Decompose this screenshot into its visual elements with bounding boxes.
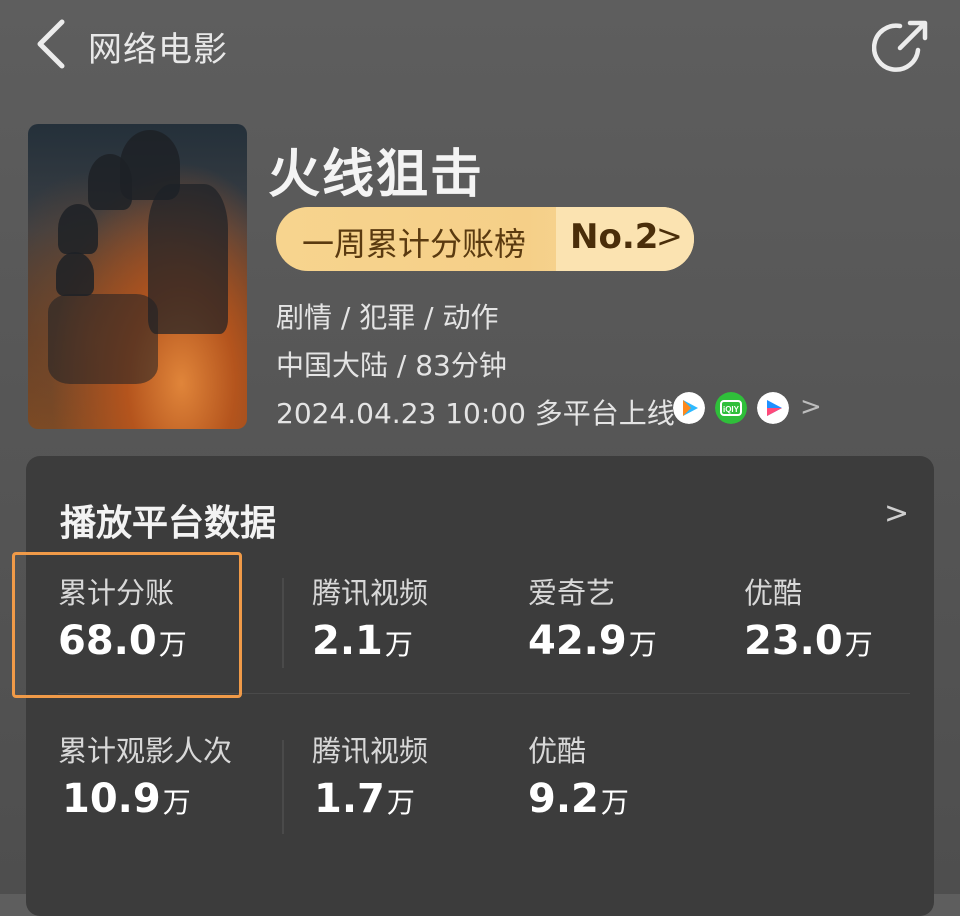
stat-label-tencent-views: 腾讯视频: [312, 734, 429, 768]
chevron-left-icon[interactable]: [30, 14, 74, 74]
weekly-rank-badge[interactable]: 一周累计分账榜 No.2 >: [276, 207, 694, 271]
stat-value-youku-revenue: 23.0万: [744, 618, 873, 664]
stat-label-tencent-revenue: 腾讯视频: [312, 576, 429, 610]
share-icon[interactable]: [872, 16, 932, 76]
movie-title: 火线狙击: [268, 145, 485, 205]
stat-value-tencent-views: 1.7万: [314, 776, 415, 822]
tencent-video-icon[interactable]: [673, 392, 705, 424]
svg-text:iQIY: iQIY: [723, 405, 740, 414]
stat-value-iqiyi-revenue: 42.9万: [528, 618, 657, 664]
iqiyi-icon[interactable]: iQIY: [715, 392, 747, 424]
movie-release-info: 2024.04.23 10:00 多平台上线: [276, 397, 675, 430]
column-divider: [282, 578, 284, 668]
rank-label: 一周累计分账榜: [302, 225, 527, 263]
rank-number: No.2: [570, 217, 659, 257]
movie-poster[interactable]: [28, 124, 247, 429]
panel-chevron-right-icon[interactable]: >: [884, 496, 909, 531]
stat-value-tencent-revenue: 2.1万: [312, 618, 413, 664]
stat-label-youku-revenue: 优酷: [744, 576, 803, 610]
stat-label-total-views: 累计观影人次: [58, 734, 233, 768]
stat-label-iqiyi-revenue: 爱奇艺: [528, 576, 616, 610]
youku-icon[interactable]: [757, 392, 789, 424]
chevron-right-icon: >: [656, 217, 683, 255]
panel-title: 播放平台数据: [60, 503, 277, 544]
column-divider: [282, 740, 284, 834]
movie-region-runtime: 中国大陆 / 83分钟: [276, 349, 507, 382]
platforms-chevron-right-icon[interactable]: >: [800, 392, 822, 422]
page-title: 网络电影: [88, 30, 228, 70]
highlight-box: [12, 552, 242, 698]
movie-genres: 剧情 / 犯罪 / 动作: [276, 301, 499, 334]
stat-value-total-views: 10.9万: [62, 776, 191, 822]
stat-value-youku-views: 9.2万: [528, 776, 629, 822]
top-bar: 网络电影: [0, 0, 960, 90]
stat-label-youku-views: 优酷: [528, 734, 587, 768]
